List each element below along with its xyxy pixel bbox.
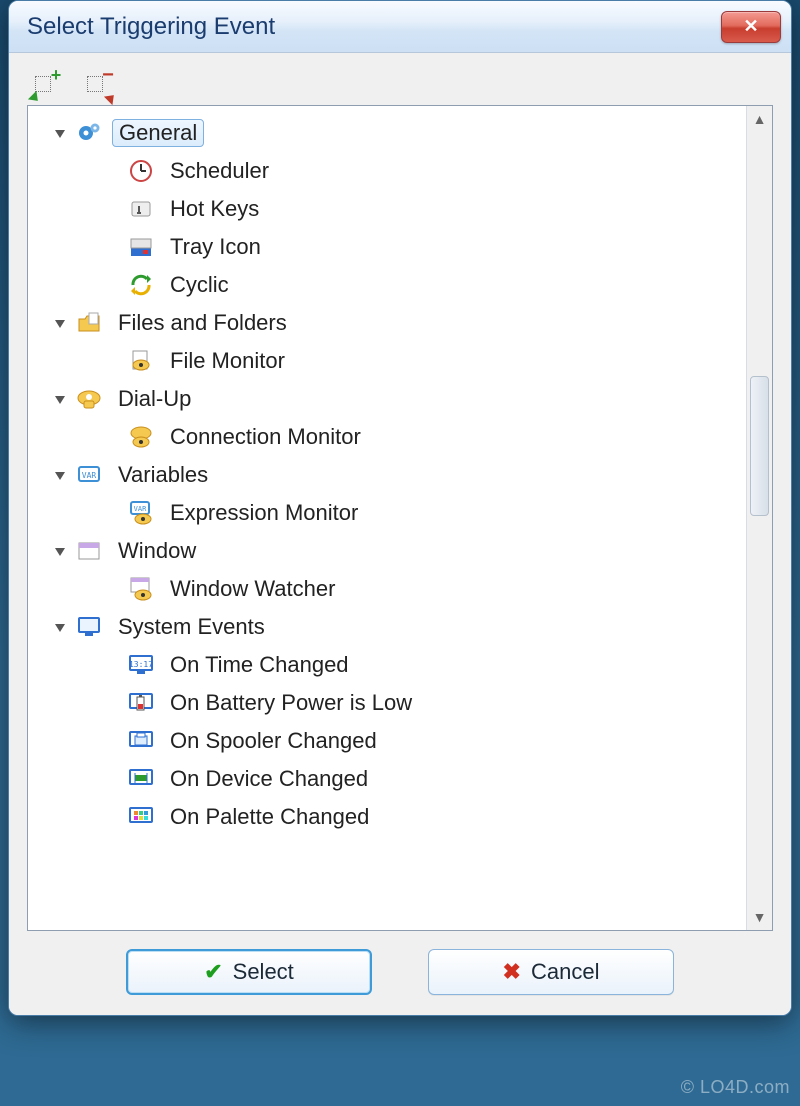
tree-group-label[interactable]: System Events [112, 614, 271, 640]
tree-item-label[interactable]: Connection Monitor [164, 424, 367, 450]
palette-icon [126, 802, 156, 832]
tree-item-winwatch[interactable]: Window Watcher [36, 570, 746, 608]
tree-item-label[interactable]: On Battery Power is Low [164, 690, 418, 716]
eye-file-icon [126, 346, 156, 376]
tree-item-label[interactable]: On Device Changed [164, 766, 374, 792]
tree-item-device[interactable]: On Device Changed [36, 760, 746, 798]
cross-icon: ✖ [503, 959, 521, 985]
tree-item-connmon[interactable]: Connection Monitor [36, 418, 746, 456]
expand-toggle[interactable] [52, 125, 68, 141]
tree-group-label[interactable]: Files and Folders [112, 310, 293, 336]
clock-icon [126, 156, 156, 186]
toolbar: + − [27, 65, 773, 105]
minus-icon: − [101, 68, 115, 82]
tree-item-scheduler[interactable]: Scheduler [36, 152, 746, 190]
digital-clock-icon: 13:17 [126, 650, 156, 680]
expand-toggle[interactable] [52, 543, 68, 559]
dialog-window: Select Triggering Event ✕ + − General [8, 0, 792, 1016]
title-bar: Select Triggering Event ✕ [9, 1, 791, 53]
tree-item-label[interactable]: Cyclic [164, 272, 235, 298]
chip-icon [126, 764, 156, 794]
tree-item-label[interactable]: On Palette Changed [164, 804, 375, 830]
tree-item-cyclic[interactable]: Cyclic [36, 266, 746, 304]
collapse-all-button[interactable]: − [85, 72, 113, 98]
tree-container: General Scheduler Hot Keys Tray Icon Cyc… [27, 105, 773, 931]
phone-icon [74, 384, 104, 414]
vertical-scrollbar[interactable]: ▲ ▼ [746, 106, 772, 930]
eye-phone-icon [126, 422, 156, 452]
cancel-button[interactable]: ✖ Cancel [428, 949, 674, 995]
svg-text:13:17: 13:17 [129, 660, 153, 669]
watermark: © LO4D.com [681, 1077, 790, 1098]
folder-icon [74, 308, 104, 338]
tree-item-spooler[interactable]: On Spooler Changed [36, 722, 746, 760]
select-button-label: Select [233, 959, 294, 985]
tree-group-general[interactable]: General [36, 114, 746, 152]
scroll-up-arrow[interactable]: ▲ [747, 106, 772, 132]
tree-item-palette[interactable]: On Palette Changed [36, 798, 746, 836]
expand-toggle[interactable] [52, 619, 68, 635]
gears-icon [74, 118, 104, 148]
tree-item-label[interactable]: Tray Icon [164, 234, 267, 260]
window-title: Select Triggering Event [27, 13, 275, 41]
scroll-down-arrow[interactable]: ▼ [747, 904, 772, 930]
tree-group-label[interactable]: Dial-Up [112, 386, 197, 412]
eye-var-icon: VAR [126, 498, 156, 528]
tray-icon [126, 232, 156, 262]
event-tree[interactable]: General Scheduler Hot Keys Tray Icon Cyc… [28, 106, 746, 930]
tree-item-label[interactable]: On Time Changed [164, 652, 355, 678]
battery-icon [126, 688, 156, 718]
tree-group-files[interactable]: Files and Folders [36, 304, 746, 342]
cycle-icon [126, 270, 156, 300]
tree-item-filemon[interactable]: File Monitor [36, 342, 746, 380]
tree-item-exprmon[interactable]: VAR Expression Monitor [36, 494, 746, 532]
tree-item-timechg[interactable]: 13:17 On Time Changed [36, 646, 746, 684]
tree-item-trayicon[interactable]: Tray Icon [36, 228, 746, 266]
tree-group-label[interactable]: General [112, 119, 204, 147]
check-icon: ✔ [204, 959, 222, 985]
monitor-icon [74, 612, 104, 642]
select-button[interactable]: ✔ Select [126, 949, 372, 995]
button-row: ✔ Select ✖ Cancel [27, 931, 773, 997]
expand-toggle[interactable] [52, 391, 68, 407]
key-icon [126, 194, 156, 224]
expand-toggle[interactable] [52, 315, 68, 331]
plus-icon: + [49, 68, 63, 82]
close-icon: ✕ [743, 16, 758, 37]
tree-item-battlow[interactable]: On Battery Power is Low [36, 684, 746, 722]
tree-group-variables[interactable]: VAR Variables [36, 456, 746, 494]
tree-item-label[interactable]: Scheduler [164, 158, 275, 184]
close-button[interactable]: ✕ [721, 11, 781, 43]
expand-toggle[interactable] [52, 467, 68, 483]
printer-icon [126, 726, 156, 756]
var-icon: VAR [74, 460, 104, 490]
tree-item-hotkeys[interactable]: Hot Keys [36, 190, 746, 228]
tree-item-label[interactable]: Hot Keys [164, 196, 265, 222]
tree-group-dialup[interactable]: Dial-Up [36, 380, 746, 418]
eye-window-icon [126, 574, 156, 604]
tree-group-sysevents[interactable]: System Events [36, 608, 746, 646]
client-area: + − General Scheduler Hot Keys Tray Icon… [9, 53, 791, 1015]
tree-item-label[interactable]: On Spooler Changed [164, 728, 383, 754]
cancel-button-label: Cancel [531, 959, 599, 985]
tree-group-label[interactable]: Variables [112, 462, 214, 488]
expand-all-button[interactable]: + [33, 72, 61, 98]
tree-item-label[interactable]: File Monitor [164, 348, 291, 374]
window-icon [74, 536, 104, 566]
svg-text:VAR: VAR [134, 505, 147, 513]
tree-group-label[interactable]: Window [112, 538, 202, 564]
tree-item-label[interactable]: Expression Monitor [164, 500, 364, 526]
tree-group-window[interactable]: Window [36, 532, 746, 570]
svg-text:VAR: VAR [82, 471, 97, 480]
scroll-thumb[interactable] [750, 376, 769, 516]
tree-item-label[interactable]: Window Watcher [164, 576, 341, 602]
